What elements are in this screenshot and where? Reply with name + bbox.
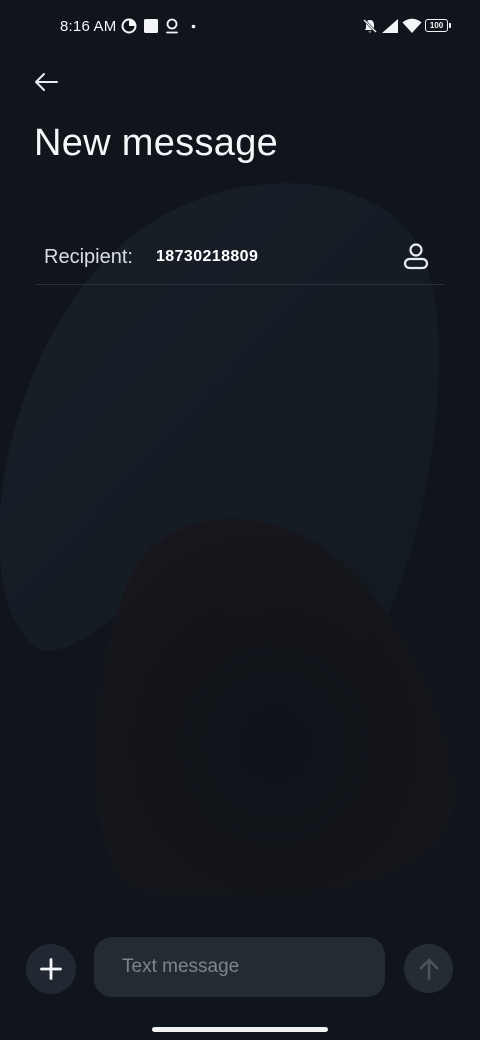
battery-icon: 100 bbox=[425, 19, 451, 32]
status-bar: 8:16 AM 100 bbox=[0, 0, 480, 56]
bell-off-icon bbox=[363, 19, 377, 33]
recipient-label: Recipient: bbox=[44, 246, 133, 268]
battery-level: 100 bbox=[429, 20, 444, 30]
battery-body: 100 bbox=[425, 19, 448, 32]
location-pin-icon bbox=[166, 18, 178, 34]
recipient-number[interactable]: 18730218809 bbox=[156, 248, 258, 266]
arrow-up-icon bbox=[419, 958, 438, 980]
signal-icon bbox=[382, 19, 398, 33]
person-icon bbox=[403, 243, 429, 270]
plus-icon bbox=[40, 958, 62, 980]
back-button[interactable] bbox=[26, 62, 66, 102]
data-saver-icon bbox=[121, 18, 137, 34]
recipient-row[interactable]: Recipient: 18730218809 bbox=[36, 232, 444, 285]
new-message-screen: 8:16 AM 100 New message Recipient: 18730… bbox=[0, 0, 480, 1040]
status-time: 8:16 AM bbox=[60, 18, 117, 35]
home-indicator[interactable] bbox=[152, 1027, 328, 1032]
dot-icon bbox=[191, 24, 196, 29]
wifi-icon bbox=[402, 18, 422, 33]
battery-tip bbox=[449, 23, 451, 28]
send-button[interactable] bbox=[404, 944, 453, 993]
square-notification-icon bbox=[144, 19, 158, 33]
text-message-input[interactable] bbox=[94, 937, 385, 997]
arrow-left-icon bbox=[35, 73, 58, 91]
page-title: New message bbox=[34, 122, 279, 164]
attach-button[interactable] bbox=[26, 944, 76, 994]
contact-picker-button[interactable] bbox=[400, 240, 432, 272]
